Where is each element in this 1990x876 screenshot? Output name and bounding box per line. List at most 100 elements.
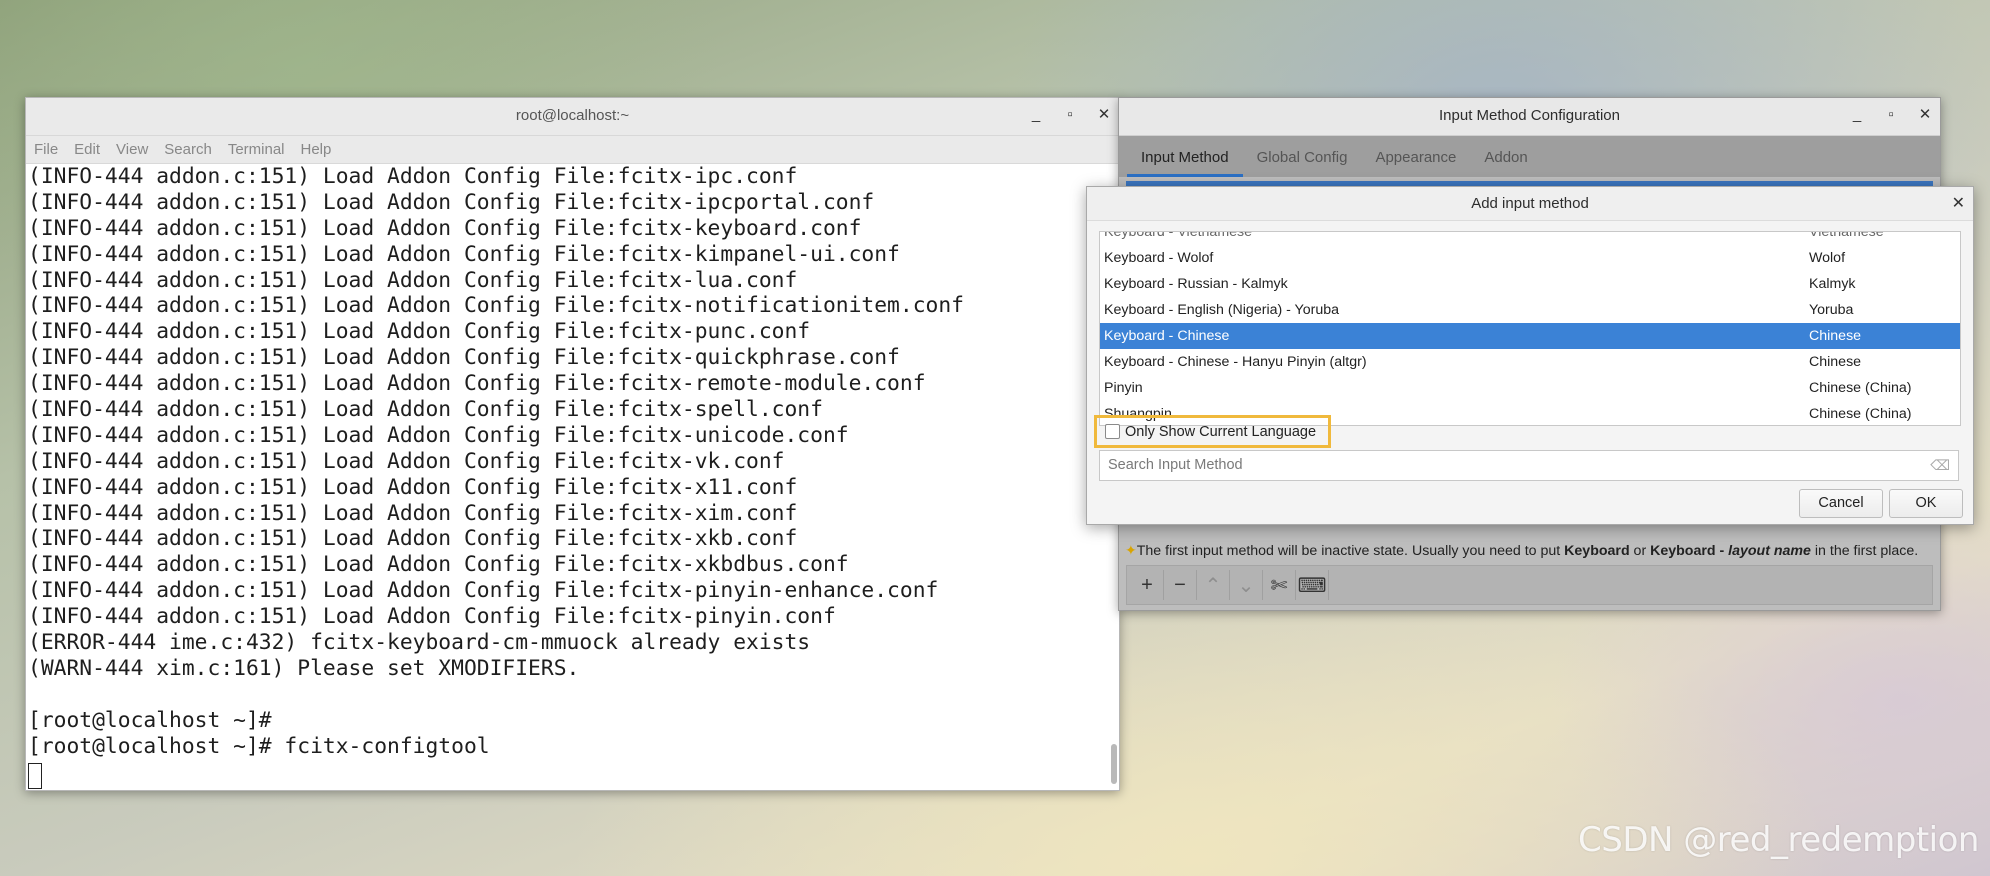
hint-text: ✦The first input method will be inactive… [1125, 542, 1936, 559]
tab-appearance[interactable]: Appearance [1361, 146, 1470, 177]
close-icon[interactable]: ✕ [1097, 106, 1111, 124]
watermark: CSDN @red_redemption [1578, 820, 1979, 860]
list-item[interactable]: Keyboard - Chinese - Hanyu Pinyin (altgr… [1100, 349, 1960, 375]
dialog-header[interactable]: Add input method ✕ [1087, 187, 1973, 221]
menu-help[interactable]: Help [301, 141, 332, 158]
imc-title: Input Method Configuration [1439, 107, 1620, 124]
terminal-output[interactable]: (INFO-444 addon.c:151) Load Addon Config… [28, 164, 1109, 790]
item-language: Wolof [1809, 250, 1846, 266]
terminal-line: (INFO-444 addon.c:151) Load Addon Config… [28, 319, 811, 345]
tab-addon[interactable]: Addon [1470, 146, 1541, 177]
terminal-line: (INFO-444 addon.c:151) Load Addon Config… [28, 500, 798, 526]
terminal-line: (INFO-444 addon.c:151) Load Addon Config… [28, 189, 875, 215]
terminal-line: (INFO-444 addon.c:151) Load Addon Config… [28, 448, 785, 474]
terminal-cursor-line [28, 759, 1109, 790]
menu-search[interactable]: Search [164, 141, 212, 158]
item-name: Keyboard - Russian - Kalmyk [1104, 276, 1288, 292]
only-current-language-toggle[interactable]: Only Show Current Language [1094, 415, 1331, 448]
terminal-line: [root@localhost ~]# fcitx-configtool [28, 733, 490, 759]
hint-mid: or [1629, 543, 1651, 559]
imc-titlebar[interactable]: Input Method Configuration _ ▫ ✕ [1119, 98, 1940, 136]
hint-bold-prefix: Keyboard - [1650, 543, 1729, 559]
item-language: Yoruba [1809, 302, 1854, 318]
ok-button[interactable]: OK [1889, 489, 1963, 518]
checkbox[interactable] [1105, 424, 1120, 439]
list-item[interactable]: Keyboard - Russian - Kalmyk Kalmyk [1100, 271, 1960, 297]
item-name: Keyboard - Chinese [1104, 328, 1230, 344]
close-icon[interactable]: ✕ [1952, 193, 1965, 213]
terminal-line: (INFO-444 addon.c:151) Load Addon Config… [28, 241, 900, 267]
terminal-line: [root@localhost ~]# [28, 707, 272, 733]
terminal-scrollbar[interactable] [1111, 744, 1117, 784]
remove-icon[interactable]: − [1164, 570, 1197, 600]
terminal-line: (INFO-444 addon.c:151) Load Addon Config… [28, 552, 849, 578]
add-input-method-dialog[interactable]: Add input method ✕ Keyboard - Vietnamese… [1086, 186, 1974, 525]
cancel-button[interactable]: Cancel [1799, 489, 1883, 518]
search-input[interactable]: Search Input Method ⌫ [1099, 450, 1959, 481]
available-methods-list[interactable]: Keyboard - Vietnamese Vietnamese Keyboar… [1099, 231, 1961, 426]
add-icon[interactable]: + [1131, 570, 1164, 600]
list-item[interactable]: Keyboard - English (Nigeria) - Yoruba Yor… [1100, 297, 1960, 323]
terminal-line: (INFO-444 addon.c:151) Load Addon Config… [28, 578, 939, 604]
list-item[interactable]: Keyboard - Chinese Chinese [1100, 323, 1960, 349]
only-current-language-label: Only Show Current Language [1125, 423, 1317, 440]
tab-input-method[interactable]: Input Method [1127, 146, 1243, 177]
info-icon: ✦ [1125, 542, 1137, 558]
terminal-titlebar[interactable]: root@localhost:~ _ ▫ ✕ [26, 98, 1119, 136]
minimize-icon[interactable]: _ [1850, 106, 1864, 124]
minimize-icon[interactable]: _ [1029, 106, 1043, 124]
terminal-line: (ERROR-444 ime.c:432) fcitx-keyboard-cm-… [28, 630, 811, 656]
terminal-menubar: File Edit View Search Terminal Help [26, 136, 1119, 164]
menu-terminal[interactable]: Terminal [228, 141, 285, 158]
item-name: Keyboard - Wolof [1104, 250, 1214, 266]
hint-italic: layout name [1728, 543, 1811, 559]
tab-global-config[interactable]: Global Config [1243, 146, 1362, 177]
maximize-icon[interactable]: ▫ [1884, 106, 1898, 124]
item-language: Chinese [1809, 354, 1862, 370]
terminal-line: (INFO-444 addon.c:151) Load Addon Config… [28, 474, 798, 500]
item-language: Vietnamese [1809, 231, 1884, 240]
item-language: Kalmyk [1809, 276, 1856, 292]
terminal-window[interactable]: root@localhost:~ _ ▫ ✕ File Edit View Se… [25, 97, 1120, 791]
terminal-line: (INFO-444 addon.c:151) Load Addon Config… [28, 422, 849, 448]
list-item[interactable]: Keyboard - Vietnamese Vietnamese [1100, 231, 1960, 245]
terminal-line: (INFO-444 addon.c:151) Load Addon Config… [28, 526, 798, 552]
terminal-line: (INFO-444 addon.c:151) Load Addon Config… [28, 604, 836, 630]
terminal-line: (INFO-444 addon.c:151) Load Addon Config… [28, 164, 798, 189]
keyboard-icon[interactable]: ⌨ [1296, 570, 1329, 600]
move-down-icon[interactable]: ⌄ [1230, 570, 1263, 600]
hint-bold-layout: Keyboard - layout name [1650, 543, 1811, 559]
text-cursor [28, 763, 42, 790]
dialog-title: Add input method [1471, 195, 1589, 212]
maximize-icon[interactable]: ▫ [1063, 106, 1077, 124]
terminal-line: (WARN-444 xim.c:161) Please set XMODIFIE… [28, 655, 580, 681]
hint-post: in the first place. [1810, 543, 1919, 559]
list-item[interactable]: Keyboard - Wolof Wolof [1100, 245, 1960, 271]
menu-file[interactable]: File [34, 141, 58, 158]
item-name: Pinyin [1104, 380, 1143, 396]
item-language: Chinese (China) [1809, 380, 1912, 396]
menu-view[interactable]: View [116, 141, 148, 158]
terminal-line: (INFO-444 addon.c:151) Load Addon Config… [28, 267, 798, 293]
imc-tabs: Input Method Global Config Appearance Ad… [1119, 136, 1940, 177]
terminal-line: (INFO-444 addon.c:151) Load Addon Config… [28, 293, 964, 319]
clear-icon[interactable]: ⌫ [1930, 451, 1950, 480]
item-name: Keyboard - English (Nigeria) - Yoruba [1104, 302, 1340, 318]
terminal-line: (INFO-444 addon.c:151) Load Addon Config… [28, 371, 926, 397]
terminal-line: (INFO-444 addon.c:151) Load Addon Config… [28, 345, 900, 371]
item-language: Chinese (China) [1809, 406, 1912, 422]
list-item[interactable]: Pinyin Chinese (China) [1100, 375, 1960, 401]
menu-edit[interactable]: Edit [74, 141, 100, 158]
item-name: Keyboard - Chinese - Hanyu Pinyin (altgr… [1104, 354, 1367, 370]
hint-pre: The first input method will be inactive … [1136, 543, 1565, 559]
configure-icon[interactable]: ✄ [1263, 570, 1296, 600]
imc-toolbar: + − ⌃ ⌄ ✄ ⌨ [1126, 565, 1933, 605]
search-placeholder: Search Input Method [1108, 457, 1243, 473]
hint-bold-keyboard: Keyboard [1564, 543, 1630, 559]
terminal-line: (INFO-444 addon.c:151) Load Addon Config… [28, 397, 823, 423]
close-icon[interactable]: ✕ [1918, 106, 1932, 124]
move-up-icon[interactable]: ⌃ [1197, 570, 1230, 600]
item-name: Keyboard - Vietnamese [1104, 231, 1253, 240]
terminal-line: (INFO-444 addon.c:151) Load Addon Config… [28, 215, 862, 241]
